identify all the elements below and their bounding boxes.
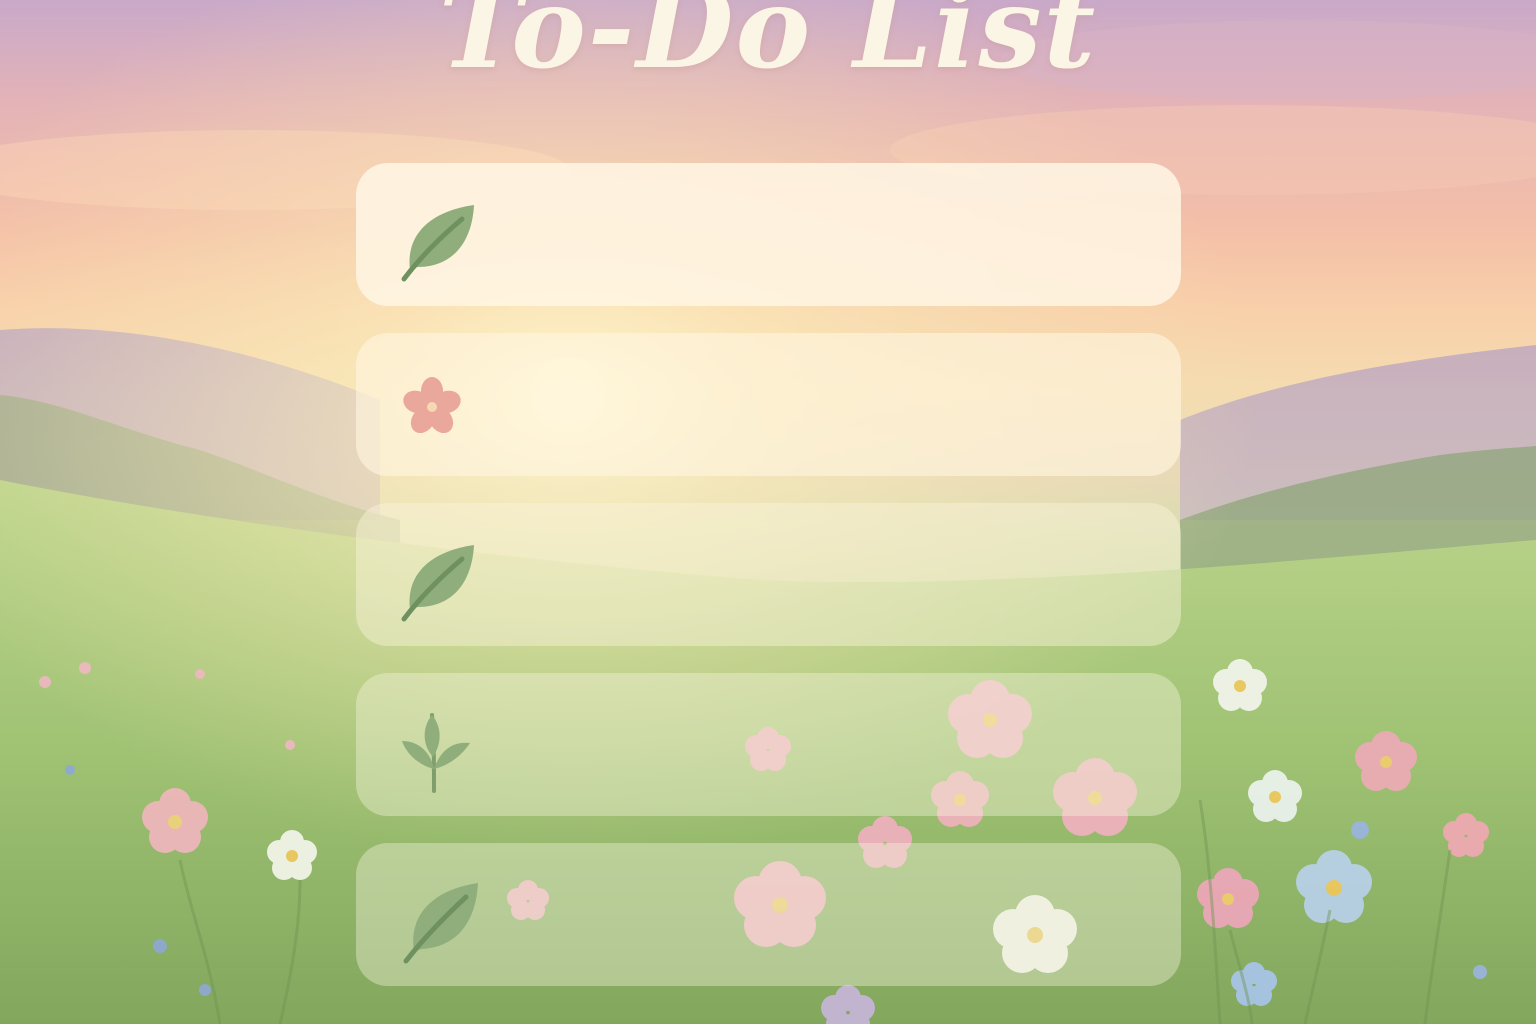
todo-item-2[interactable] [356,333,1181,476]
leaf-icon [403,882,478,963]
todo-item-3[interactable] [356,503,1181,646]
leaf-icon [401,204,474,281]
todo-item-1[interactable] [356,163,1181,306]
todo-item-5[interactable] [356,843,1181,986]
todo-list [356,163,1181,1013]
leaf-icon [401,544,474,621]
sprout-icon [402,712,470,793]
flower-icon [403,376,461,433]
page-title: To-Do List [438,0,1098,94]
todo-item-4[interactable] [356,673,1181,816]
